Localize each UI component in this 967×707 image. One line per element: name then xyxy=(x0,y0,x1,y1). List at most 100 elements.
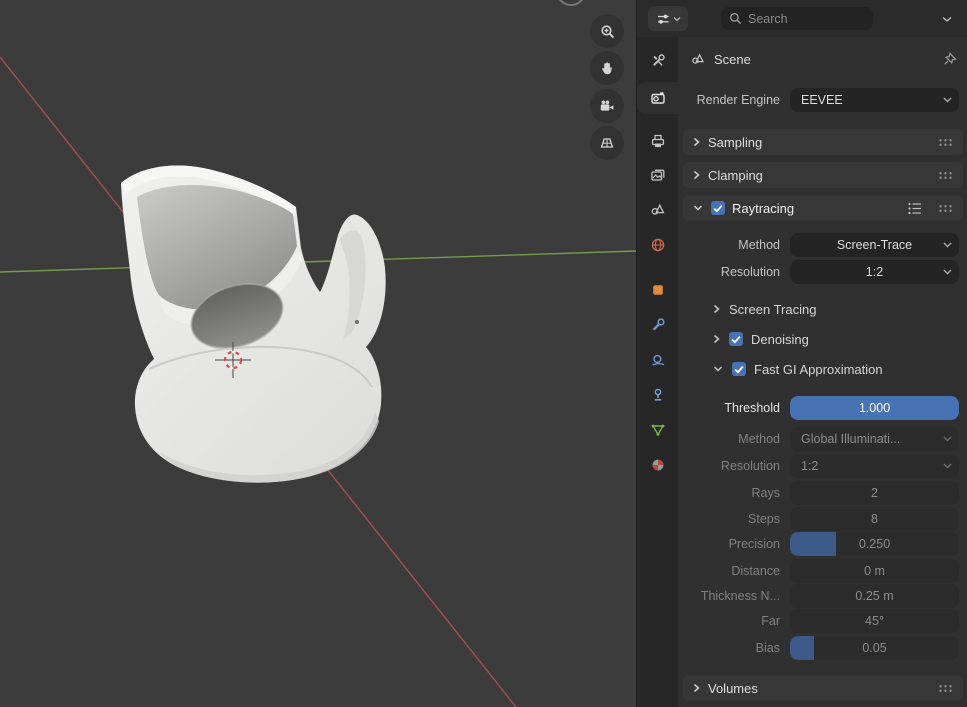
breadcrumb-scene-label[interactable]: Scene xyxy=(714,52,751,67)
precision-label: Precision xyxy=(678,537,790,551)
precision-row: Precision 0.250 xyxy=(678,531,967,556)
tab-render[interactable] xyxy=(637,82,678,114)
subpanel-screen-tracing[interactable]: Screen Tracing xyxy=(678,297,967,321)
header-menu-button[interactable] xyxy=(937,11,957,27)
properties-content: Scene Render Engine EEVEE xyxy=(678,37,967,707)
chevron-down-icon xyxy=(943,97,952,103)
tab-scene[interactable] xyxy=(637,194,678,226)
rays-label: Rays xyxy=(678,486,790,500)
y-axis-line xyxy=(0,251,636,272)
tab-object[interactable] xyxy=(637,274,678,306)
gi-method-row: Method Global Illuminati... xyxy=(678,426,967,451)
distance-value: 0 m xyxy=(790,564,959,578)
threshold-row: Threshold 1.000 xyxy=(678,395,967,420)
tab-modifiers[interactable] xyxy=(637,309,678,341)
chevron-down-icon xyxy=(943,269,952,275)
viewport-canvas[interactable] xyxy=(0,0,636,707)
panel-clamping[interactable]: Clamping xyxy=(683,162,963,188)
constraints-icon xyxy=(649,386,667,404)
viewport-scene xyxy=(0,0,636,707)
precision-slider[interactable]: 0.250 xyxy=(790,532,959,556)
pin-button[interactable] xyxy=(942,51,958,67)
rays-field[interactable]: 2 xyxy=(790,481,959,505)
tab-material[interactable] xyxy=(637,449,678,481)
gi-method-label: Method xyxy=(678,432,790,446)
panel-sampling-label: Sampling xyxy=(708,135,762,150)
properties-editor-icon xyxy=(655,11,671,27)
search-input[interactable] xyxy=(748,12,858,26)
tab-physics[interactable] xyxy=(637,344,678,376)
toggle-perspective-button[interactable] xyxy=(590,126,624,160)
pan-view-button[interactable] xyxy=(590,51,624,85)
zoom-button[interactable] xyxy=(590,14,624,48)
search-box[interactable] xyxy=(721,7,873,30)
world-globe-icon xyxy=(649,236,667,254)
search-icon xyxy=(729,12,742,25)
panel-sampling[interactable]: Sampling xyxy=(683,129,963,155)
far-value: 45° xyxy=(790,614,959,628)
rays-value: 2 xyxy=(790,486,959,500)
panel-volumes[interactable]: Volumes xyxy=(683,675,963,701)
fast-gi-checkbox[interactable] xyxy=(732,362,746,376)
drag-handle-icon[interactable] xyxy=(938,171,954,180)
render-engine-dropdown[interactable]: EEVEE xyxy=(790,88,959,112)
chevron-down-icon xyxy=(943,242,952,248)
mesh-data-icon xyxy=(649,421,667,439)
rt-method-row: Method Screen-Trace xyxy=(678,232,967,257)
render-engine-row: Render Engine EEVEE xyxy=(678,87,967,112)
steps-label: Steps xyxy=(678,512,790,526)
chevron-down-icon xyxy=(942,16,952,23)
chevron-down-icon xyxy=(943,436,952,442)
steps-row: Steps 8 xyxy=(678,506,967,531)
threshold-slider[interactable]: 1.000 xyxy=(790,396,959,420)
panel-raytracing[interactable]: Raytracing xyxy=(683,195,963,221)
chevron-right-icon xyxy=(692,682,701,694)
breadcrumb: Scene xyxy=(690,45,958,73)
distance-label: Distance xyxy=(678,564,790,578)
editor-type-button[interactable] xyxy=(648,6,688,31)
rt-resolution-row: Resolution 1:2 xyxy=(678,259,967,284)
tab-output[interactable] xyxy=(637,125,678,157)
gi-method-dropdown[interactable]: Global Illuminati... xyxy=(790,427,959,451)
render-engine-label: Render Engine xyxy=(678,93,790,107)
camera-view-button[interactable] xyxy=(590,89,624,123)
bias-label: Bias xyxy=(678,641,790,655)
denoising-checkbox[interactable] xyxy=(729,332,743,346)
presets-list-icon[interactable] xyxy=(907,201,923,216)
threshold-label: Threshold xyxy=(678,401,790,415)
chevron-right-icon xyxy=(692,136,701,148)
chevron-down-icon xyxy=(712,364,724,374)
physics-icon xyxy=(649,351,667,369)
hand-icon xyxy=(598,59,616,77)
drag-handle-icon[interactable] xyxy=(938,138,954,147)
subpanel-fast-gi[interactable]: Fast GI Approximation xyxy=(678,357,967,381)
check-icon xyxy=(731,335,741,344)
images-icon xyxy=(649,167,667,185)
object-square-icon xyxy=(649,281,667,299)
panel-volumes-label: Volumes xyxy=(708,681,758,696)
tab-tool[interactable] xyxy=(637,45,678,77)
raytracing-checkbox[interactable] xyxy=(711,201,725,215)
far-field[interactable]: 45° xyxy=(790,609,959,633)
tab-constraints[interactable] xyxy=(637,379,678,411)
properties-tab-strip xyxy=(637,37,678,707)
wrench-icon xyxy=(649,316,667,334)
check-icon xyxy=(734,365,744,374)
drag-handle-icon[interactable] xyxy=(938,684,954,693)
steps-field[interactable]: 8 xyxy=(790,507,959,531)
subpanel-denoising[interactable]: Denoising xyxy=(678,327,967,351)
distance-field[interactable]: 0 m xyxy=(790,559,959,583)
rt-resolution-dropdown[interactable]: 1:2 xyxy=(790,260,959,284)
tab-object-data[interactable] xyxy=(637,414,678,446)
tab-view-layer[interactable] xyxy=(637,160,678,192)
gi-resolution-value: 1:2 xyxy=(801,459,818,473)
gi-resolution-dropdown[interactable]: 1:2 xyxy=(790,454,959,478)
drag-handle-icon[interactable] xyxy=(938,204,954,213)
precision-value: 0.250 xyxy=(790,537,959,551)
far-label: Far xyxy=(678,614,790,628)
tab-world[interactable] xyxy=(637,229,678,261)
denoising-label: Denoising xyxy=(751,332,809,347)
rt-method-dropdown[interactable]: Screen-Trace xyxy=(790,233,959,257)
bias-slider[interactable]: 0.05 xyxy=(790,636,959,660)
thickness-field[interactable]: 0.25 m xyxy=(790,584,959,608)
